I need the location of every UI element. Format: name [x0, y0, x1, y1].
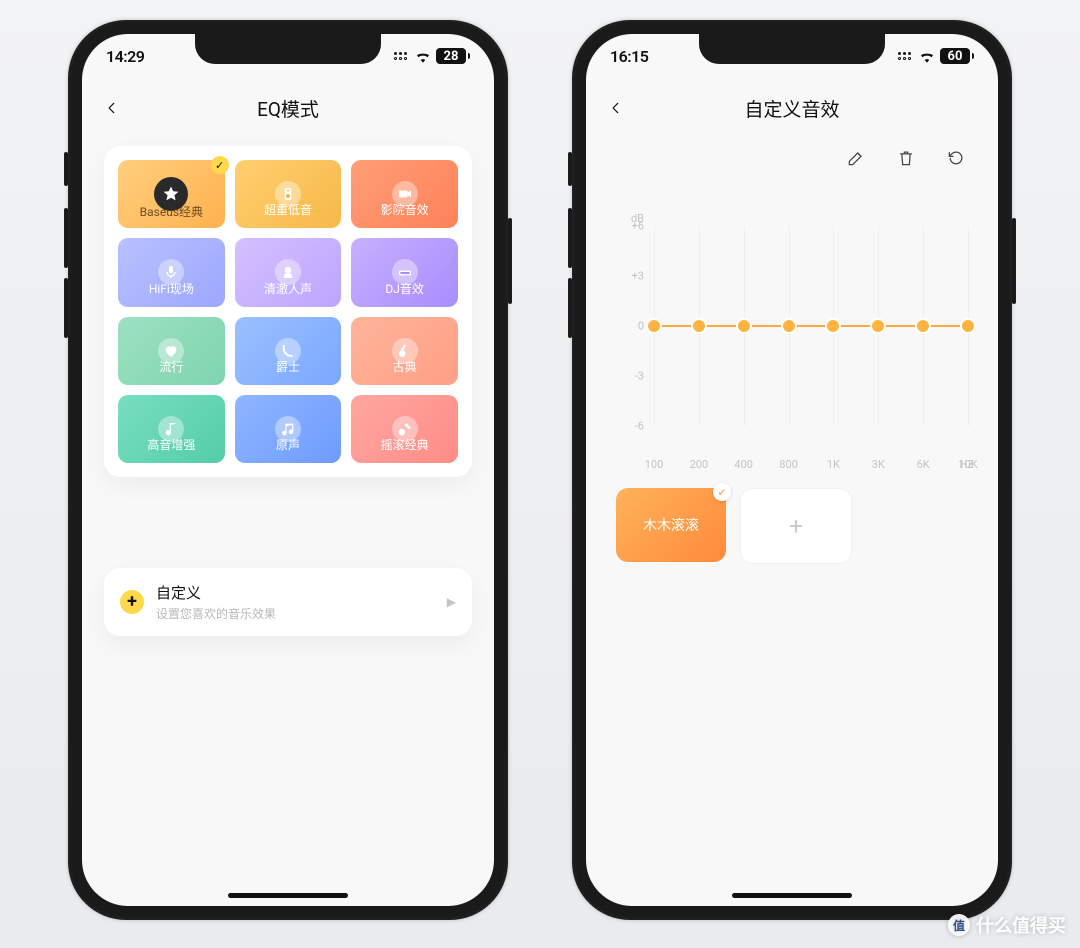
custom-preset-active[interactable]: 木木滚滚 ✓ — [616, 488, 726, 562]
wifi-icon — [918, 49, 936, 63]
x-tick: 200 — [690, 458, 709, 471]
eq-tile-3[interactable]: HiFi现场 — [118, 238, 225, 306]
x-tick: 800 — [779, 458, 798, 471]
custom-preset-row: 木木滚滚 ✓ + — [616, 488, 968, 564]
eq-tile-label: 清澈人声 — [235, 280, 342, 297]
check-icon: ✓ — [713, 483, 731, 501]
eq-tile-label: HiFi现场 — [118, 280, 225, 297]
notch — [195, 34, 381, 64]
custom-title: 自定义 — [156, 582, 276, 603]
eq-tile-10[interactable]: 原声 — [235, 395, 342, 463]
notch — [699, 34, 885, 64]
hz-label: HZ — [960, 458, 974, 471]
eq-tile-label: DJ音效 — [351, 280, 458, 297]
status-time: 16:15 — [610, 47, 648, 66]
x-tick: 3K — [872, 458, 885, 471]
add-icon: + — [120, 590, 144, 614]
eq-tile-0[interactable]: Baseus经典✓ — [118, 160, 225, 228]
toolbar — [844, 146, 968, 170]
phone-right: 16:15 60 自定义音效 — [572, 20, 1012, 920]
y-tick: -6 — [635, 420, 644, 433]
y-tick: -3 — [635, 370, 644, 383]
back-button[interactable] — [94, 90, 130, 126]
custom-preset-label: 木木滚滚 — [643, 515, 699, 535]
page-title: EQ模式 — [257, 95, 319, 122]
cellular-icon — [394, 52, 407, 60]
eq-slider-handle[interactable] — [962, 320, 974, 332]
eq-slider-handle[interactable] — [827, 320, 839, 332]
eq-tile-1[interactable]: 超重低音 — [235, 160, 342, 228]
y-tick: 0 — [638, 320, 644, 333]
eq-tile-7[interactable]: 爵士 — [235, 317, 342, 385]
battery-indicator: 28 — [436, 48, 470, 64]
custom-subtitle: 设置您喜欢的音乐效果 — [156, 605, 276, 622]
reset-button[interactable] — [944, 146, 968, 170]
x-tick: 100 — [645, 458, 664, 471]
eq-slider-handle[interactable] — [693, 320, 705, 332]
eq-tile-label: 超重低音 — [235, 201, 342, 218]
eq-slider-handle[interactable] — [648, 320, 660, 332]
check-icon: ✓ — [211, 156, 229, 174]
eq-chart: dB+6+30-3-6 1002004008001K3K6K10K HZ — [616, 212, 968, 440]
eq-tile-label: 爵士 — [235, 358, 342, 375]
eq-tile-8[interactable]: 古典 — [351, 317, 458, 385]
watermark: 值 什么值得买 — [948, 912, 1066, 938]
screen-eq-modes: 14:29 28 EQ模式 Baseus经典✓超重低音 — [82, 34, 494, 906]
watermark-icon: 值 — [948, 914, 970, 936]
back-button[interactable] — [598, 90, 634, 126]
cellular-icon — [898, 52, 911, 60]
eq-tile-label: 古典 — [351, 358, 458, 375]
eq-tile-label: Baseus经典 — [118, 203, 225, 220]
eq-tile-label: 摇滚经典 — [351, 436, 458, 453]
screen-custom-eq: 16:15 60 自定义音效 — [586, 34, 998, 906]
phone-left: 14:29 28 EQ模式 Baseus经典✓超重低音 — [68, 20, 508, 920]
custom-eq-row[interactable]: + 自定义 设置您喜欢的音乐效果 ▶ — [104, 568, 472, 636]
eq-tile-11[interactable]: 摇滚经典 — [351, 395, 458, 463]
x-tick: 400 — [734, 458, 753, 471]
eq-slider-handle[interactable] — [872, 320, 884, 332]
wifi-icon — [414, 49, 432, 63]
eq-tile-label: 高音增强 — [118, 436, 225, 453]
eq-tile-label: 影院音效 — [351, 201, 458, 218]
x-tick: 1K — [827, 458, 840, 471]
edit-button[interactable] — [844, 146, 868, 170]
eq-tile-9[interactable]: 高音增强 — [118, 395, 225, 463]
eq-tile-5[interactable]: DJ音效 — [351, 238, 458, 306]
eq-slider-handle[interactable] — [783, 320, 795, 332]
delete-button[interactable] — [894, 146, 918, 170]
battery-indicator: 60 — [940, 48, 974, 64]
eq-tile-4[interactable]: 清澈人声 — [235, 238, 342, 306]
add-custom-preset[interactable]: + — [740, 488, 852, 564]
home-indicator[interactable] — [228, 893, 348, 898]
chevron-right-icon: ▶ — [447, 595, 456, 609]
eq-tile-6[interactable]: 流行 — [118, 317, 225, 385]
y-tick: +3 — [632, 269, 644, 282]
status-time: 14:29 — [106, 47, 144, 66]
page-title: 自定义音效 — [744, 95, 839, 122]
eq-tile-2[interactable]: 影院音效 — [351, 160, 458, 228]
header: EQ模式 — [82, 82, 494, 134]
eq-tile-label: 流行 — [118, 358, 225, 375]
eq-presets-card: Baseus经典✓超重低音影院音效HiFi现场清澈人声DJ音效流行爵士古典高音增… — [104, 146, 472, 477]
eq-tile-label: 原声 — [235, 436, 342, 453]
x-tick: 6K — [917, 458, 930, 471]
home-indicator[interactable] — [732, 893, 852, 898]
header: 自定义音效 — [586, 82, 998, 134]
eq-slider-handle[interactable] — [917, 320, 929, 332]
eq-slider-handle[interactable] — [738, 320, 750, 332]
y-tick: +6 — [632, 219, 644, 232]
